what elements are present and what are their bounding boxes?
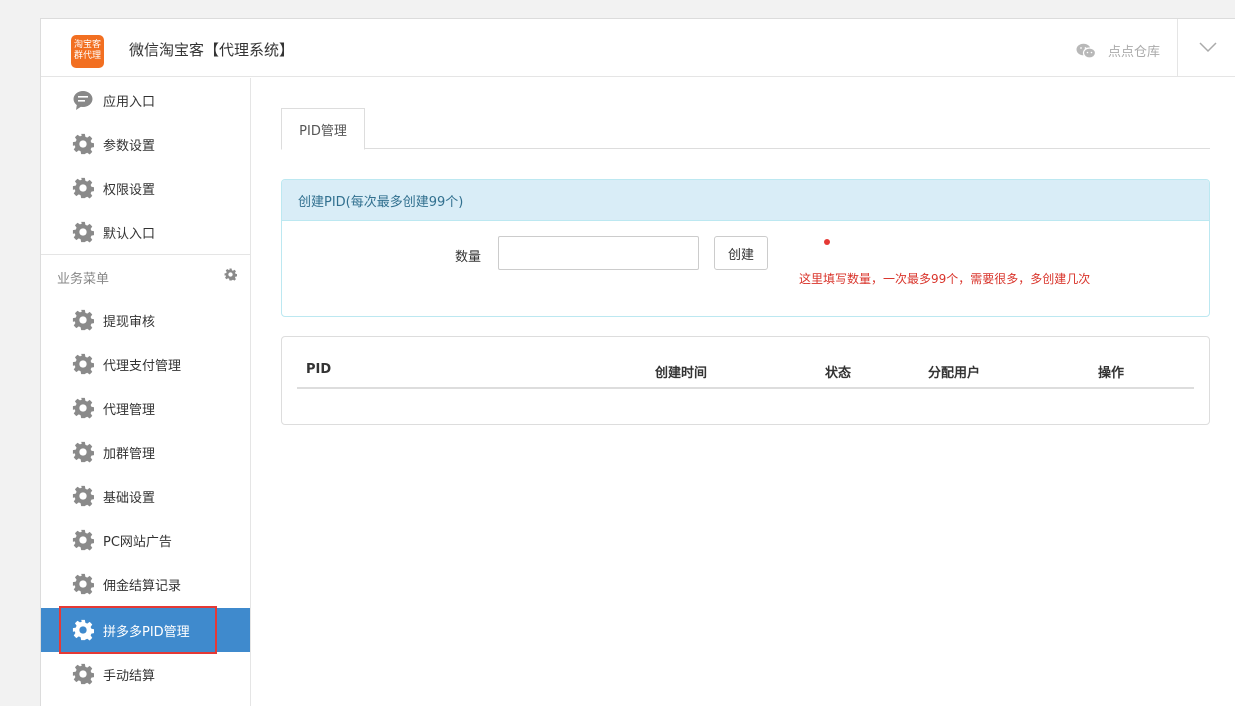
quantity-label: 数量: [455, 250, 482, 265]
annotation-dot: [824, 239, 830, 245]
account-name: 点点仓库: [1107, 45, 1160, 60]
gear-icon: [72, 133, 94, 155]
column-header-status: 状态: [825, 366, 852, 381]
sidebar-item-label: PC网站广告: [103, 534, 172, 550]
panel-heading: 创建PID(每次最多创建99个): [282, 180, 1209, 221]
sidebar-item-commission-records[interactable]: 佣金结算记录: [41, 562, 250, 606]
quantity-input[interactable]: [498, 236, 699, 270]
sidebar-item-label: 权限设置: [103, 182, 156, 198]
gear-icon: [72, 529, 94, 551]
sidebar-item-label: 手动结算: [103, 668, 156, 684]
sidebar-group-label: 业务菜单: [57, 272, 110, 287]
gear-icon: [72, 353, 94, 375]
sidebar-item-label: 拼多多PID管理: [103, 624, 190, 640]
sidebar-item-basic-settings[interactable]: 基础设置: [41, 474, 250, 518]
sidebar-divider: [41, 254, 250, 255]
sidebar: 应用入口 参数设置 权限设置 默认入口 业务菜单 提现审核 代理支付管理 代理管…: [41, 78, 251, 706]
tab-bar: PID管理: [281, 108, 1210, 150]
sidebar-item-label: 代理管理: [103, 402, 156, 418]
sidebar-item-pdd-pid[interactable]: 拼多多PID管理: [41, 608, 250, 652]
sidebar-item-app-entry[interactable]: 应用入口: [41, 78, 250, 122]
sidebar-item-label: 代理支付管理: [103, 358, 182, 374]
app-frame: 淘宝客 群代理 微信淘宝客【代理系统】 点点仓库 应用入口 参数设置 权限设置 …: [40, 18, 1235, 706]
sidebar-item-label: 基础设置: [103, 490, 156, 506]
sidebar-item-manual-settlement[interactable]: 手动结算: [41, 652, 250, 696]
gear-icon: [72, 619, 94, 641]
sidebar-item-label: 应用入口: [103, 94, 156, 110]
column-header-created-time: 创建时间: [655, 366, 708, 381]
chat-bubble-icon: [73, 91, 93, 110]
sidebar-item-label: 提现审核: [103, 314, 156, 330]
sidebar-item-label: 佣金结算记录: [103, 578, 182, 594]
sidebar-item-agent-management[interactable]: 代理管理: [41, 386, 250, 430]
gear-icon: [72, 441, 94, 463]
app-logo[interactable]: 淘宝客 群代理: [71, 35, 104, 68]
tab-pid-management[interactable]: PID管理: [281, 108, 365, 150]
sidebar-item-group-management[interactable]: 加群管理: [41, 430, 250, 474]
header-divider: [1177, 19, 1178, 77]
sidebar-item-withdraw-review[interactable]: 提现审核: [41, 298, 250, 342]
app-title: 微信淘宝客【代理系统】: [129, 41, 295, 59]
sidebar-item-label: 参数设置: [103, 138, 156, 154]
sidebar-item-default-entry[interactable]: 默认入口: [41, 210, 250, 254]
sidebar-item-pc-ads[interactable]: PC网站广告: [41, 518, 250, 562]
chevron-down-icon[interactable]: [1199, 41, 1217, 53]
sidebar-item-permissions[interactable]: 权限设置: [41, 166, 250, 210]
column-header-pid: PID: [306, 362, 332, 377]
wechat-icon: [1076, 43, 1096, 59]
logo-text-line1: 淘宝客: [73, 40, 101, 50]
top-header: 淘宝客 群代理 微信淘宝客【代理系统】 点点仓库: [41, 19, 1235, 77]
gear-icon[interactable]: [224, 268, 237, 281]
gear-icon: [72, 221, 94, 243]
create-pid-panel: 创建PID(每次最多创建99个) 数量 创建 这里填写数量，一次最多99个，需要…: [281, 179, 1210, 317]
table-header-row: PID 创建时间 状态 分配用户 操作: [297, 337, 1194, 389]
column-header-actions: 操作: [1098, 366, 1125, 381]
sidebar-item-label: 加群管理: [103, 446, 156, 462]
pid-table: PID 创建时间 状态 分配用户 操作: [281, 336, 1210, 425]
hint-annotation: 这里填写数量，一次最多99个，需要很多，多创建几次: [799, 272, 1091, 286]
sidebar-item-params[interactable]: 参数设置: [41, 122, 250, 166]
gear-icon: [72, 663, 94, 685]
gear-icon: [72, 177, 94, 199]
logo-text-line2: 群代理: [73, 51, 101, 61]
gear-icon: [72, 309, 94, 331]
sidebar-item-agent-payment[interactable]: 代理支付管理: [41, 342, 250, 386]
sidebar-item-label: 默认入口: [103, 226, 156, 242]
gear-icon: [72, 485, 94, 507]
create-button[interactable]: 创建: [714, 236, 768, 270]
gear-icon: [72, 573, 94, 595]
account-menu[interactable]: 点点仓库: [1076, 41, 1160, 60]
column-header-assigned-user: 分配用户: [928, 366, 981, 381]
gear-icon: [72, 397, 94, 419]
